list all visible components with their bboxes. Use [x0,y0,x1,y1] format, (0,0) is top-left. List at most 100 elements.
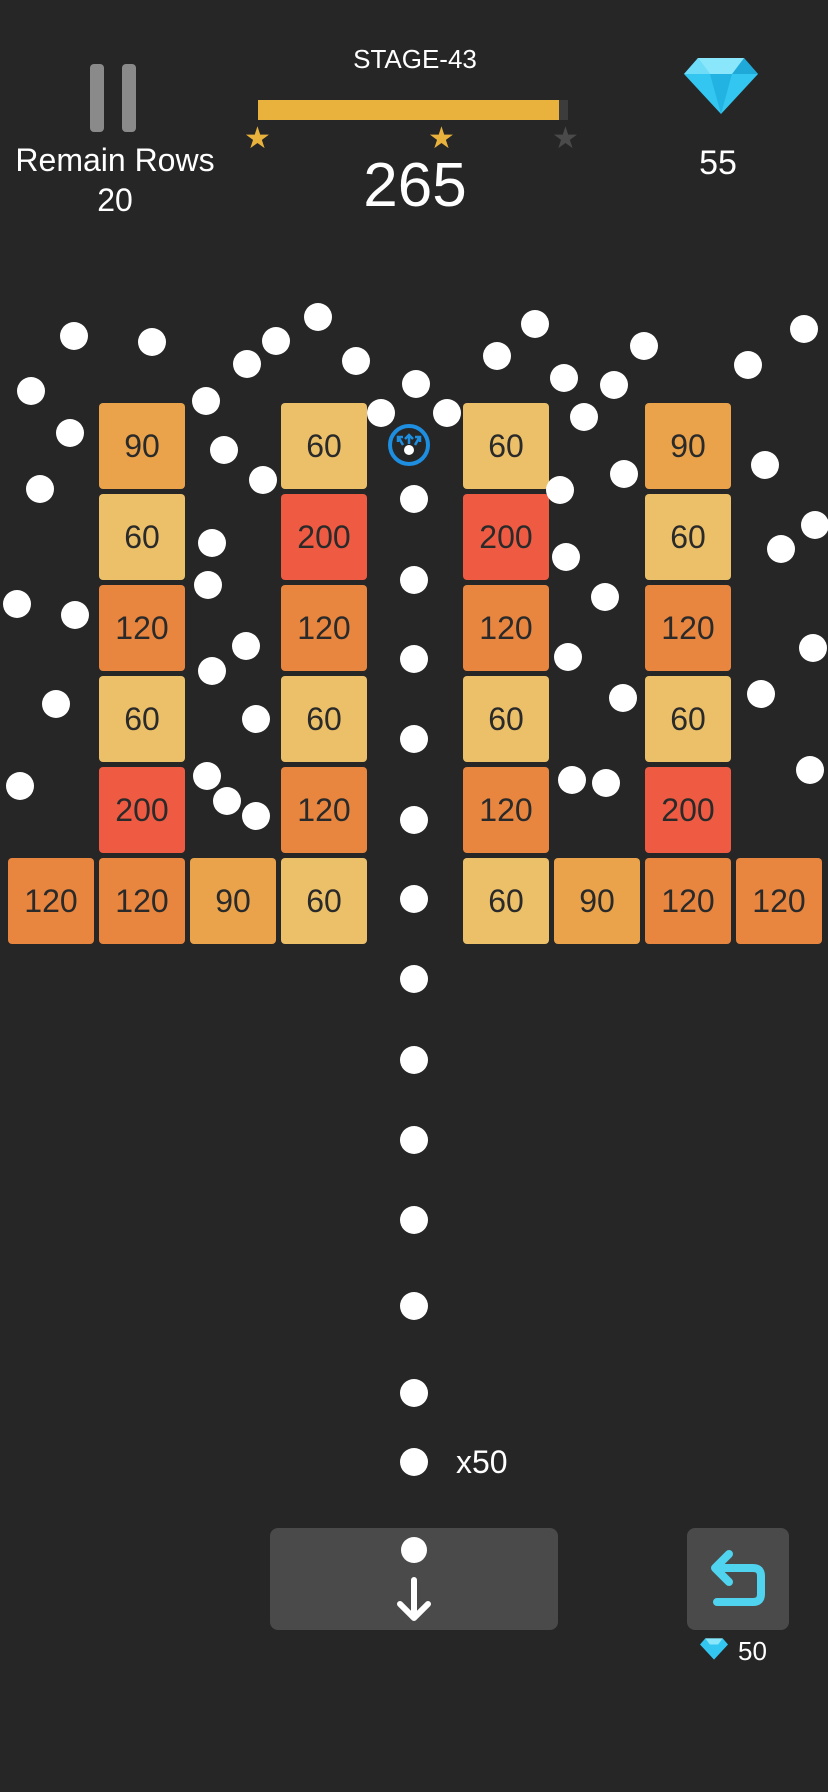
ball [56,419,84,447]
ball [751,451,779,479]
ball [210,436,238,464]
ball [552,543,580,571]
brick-60: 60 [99,676,185,762]
brick-120: 120 [281,585,367,671]
brick-90: 90 [554,858,640,944]
ball [400,485,428,513]
arrow-down-icon [397,1577,431,1621]
brick-90: 90 [99,403,185,489]
ball [198,529,226,557]
ball [400,806,428,834]
ball [630,332,658,360]
brick-200: 200 [463,494,549,580]
brick-90: 90 [190,858,276,944]
ball [193,762,221,790]
brick-120: 120 [463,767,549,853]
ball [592,769,620,797]
ball [799,634,827,662]
ball [400,566,428,594]
pause-button[interactable] [90,64,136,132]
brick-120: 120 [281,767,367,853]
ball [400,965,428,993]
score-progress-bar [258,100,568,120]
ball [400,1206,428,1234]
ball [483,342,511,370]
brick-60: 60 [645,494,731,580]
ball [249,466,277,494]
ball [400,1126,428,1154]
undo-icon [711,1550,765,1606]
speed-down-button[interactable] [270,1528,558,1630]
brick-60: 60 [99,494,185,580]
ball [242,705,270,733]
ball [790,315,818,343]
pause-bar-right [122,64,136,132]
brick-90: 90 [645,403,731,489]
ball [570,403,598,431]
ball [61,601,89,629]
ball [400,1379,428,1407]
undo-button[interactable] [687,1528,789,1630]
ball [600,371,628,399]
stage-title: STAGE-43 [353,44,477,74]
ball-count-label: x50 [456,1444,508,1480]
ball [801,511,828,539]
ball [796,756,824,784]
ball [198,657,226,685]
ball [767,535,795,563]
brick-60: 60 [463,858,549,944]
brick-60: 60 [281,403,367,489]
brick-60: 60 [645,676,731,762]
ball [242,802,270,830]
diamond-icon [684,58,758,114]
ball [400,1292,428,1320]
ball [433,399,461,427]
ball [304,303,332,331]
ball [400,1046,428,1074]
ball [554,643,582,671]
ball [194,571,222,599]
brick-120: 120 [645,858,731,944]
score-progress-fill [258,100,559,120]
ball [609,684,637,712]
ball [3,590,31,618]
ball [138,328,166,356]
ball [60,322,88,350]
ball [400,1448,428,1476]
brick-200: 200 [281,494,367,580]
brick-200: 200 [99,767,185,853]
ball [546,476,574,504]
ball [734,351,762,379]
ball [42,690,70,718]
brick-120: 120 [99,585,185,671]
score-value: 265 [363,151,467,220]
ball [400,645,428,673]
ball [402,370,430,398]
brick-60: 60 [281,858,367,944]
ball [400,885,428,913]
undo-cost: 50 [738,1636,767,1666]
brick-200: 200 [645,767,731,853]
ball [558,766,586,794]
pause-bar-left [90,64,104,132]
star-1-icon: ★ [244,122,271,155]
ball-icon [401,1537,427,1563]
gem-count: 55 [699,144,737,182]
brick-60: 60 [281,676,367,762]
brick-60: 60 [463,403,549,489]
ball [6,772,34,800]
brick-120: 120 [99,858,185,944]
diamond-small-icon [700,1638,728,1660]
brick-120: 120 [8,858,94,944]
ball [367,399,395,427]
ball [342,347,370,375]
ball [17,377,45,405]
remain-rows-label: Remain Rows [15,142,215,178]
remain-rows-value: 20 [97,182,133,218]
ball [232,632,260,660]
ball [521,310,549,338]
ball [550,364,578,392]
ball [610,460,638,488]
brick-120: 120 [645,585,731,671]
ball [26,475,54,503]
